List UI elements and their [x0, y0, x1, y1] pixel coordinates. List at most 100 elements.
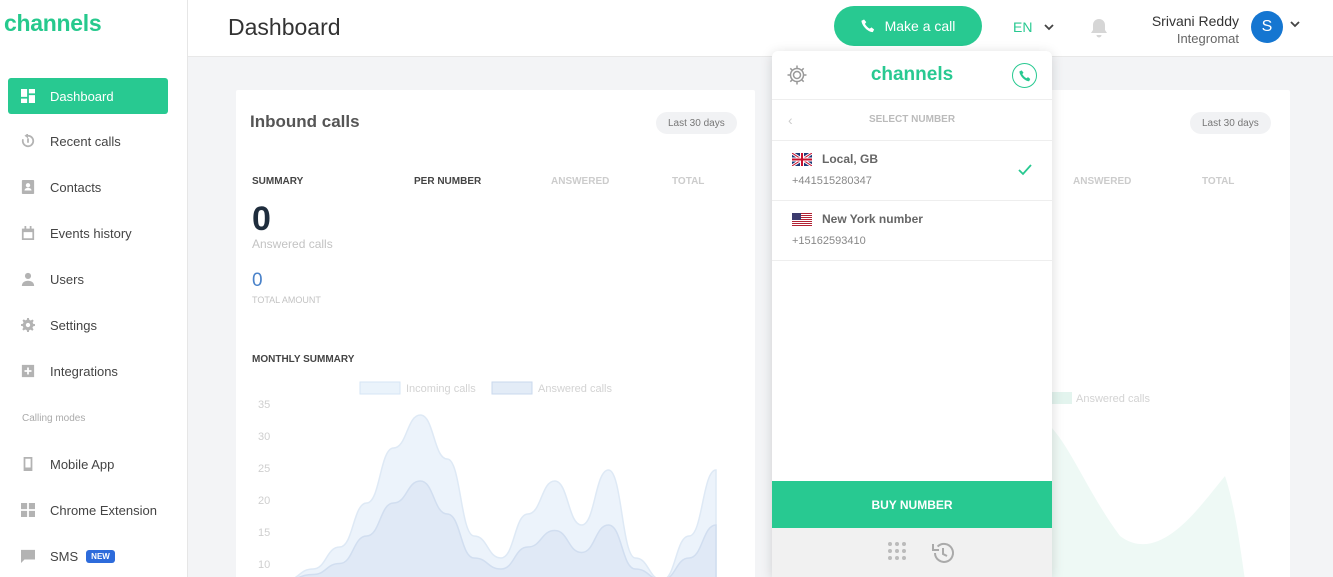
- legend-swatch-answered[interactable]: [491, 381, 533, 395]
- y-tick-label: 10: [258, 559, 270, 571]
- sidebar: channels Dashboard Recent calls Contacts…: [0, 0, 188, 577]
- total-amount-value: 0: [252, 270, 263, 291]
- chevron-down-icon: [1044, 23, 1055, 30]
- phone-status-button[interactable]: [1012, 63, 1037, 88]
- sidebar-item-recent-calls[interactable]: Recent calls: [8, 123, 168, 159]
- sidebar-item-integrations[interactable]: Integrations: [8, 353, 168, 389]
- answered-label: Answered calls: [252, 237, 333, 251]
- make-call-button[interactable]: Make a call: [834, 6, 982, 46]
- phone-icon: [1018, 69, 1030, 81]
- user-name[interactable]: Srivani Reddy: [1151, 13, 1239, 29]
- sidebar-item-sms[interactable]: SMS NEW: [8, 538, 168, 574]
- number-value: +441515280347: [792, 175, 872, 187]
- y-tick-label: 30: [258, 431, 270, 443]
- page-title: Dashboard: [228, 14, 341, 40]
- monthly-summary-label: MONTHLY SUMMARY: [252, 354, 355, 365]
- col-answered: ANSWERED: [1073, 176, 1132, 187]
- col-summary[interactable]: SUMMARY: [252, 176, 303, 187]
- y-tick-label: 20: [258, 495, 270, 507]
- buy-number-button[interactable]: BUY NUMBER: [772, 481, 1052, 528]
- sidebar-item-label: Users: [50, 271, 84, 287]
- sidebar-item-label: Settings: [50, 317, 97, 333]
- sidebar-item-events-history[interactable]: Events history: [8, 215, 168, 251]
- chart-legend: Incoming calls Answered calls: [359, 381, 612, 395]
- y-tick-label: 35: [258, 399, 270, 411]
- sidebar-item-mobile-app[interactable]: Mobile App: [8, 446, 168, 482]
- series-area-incoming: [294, 414, 717, 577]
- mobile-icon: [20, 456, 36, 472]
- chart-series: [294, 414, 717, 577]
- uk-flag-icon: [792, 153, 812, 166]
- chevron-down-icon[interactable]: [1290, 21, 1300, 28]
- calling-modes-caption: Calling modes: [22, 413, 86, 424]
- sidebar-item-label: Chrome Extension: [50, 502, 157, 518]
- chat-icon: [20, 548, 36, 564]
- y-tick-label: 15: [258, 527, 270, 539]
- check-icon: [1018, 164, 1032, 176]
- calendar-icon: [20, 225, 36, 241]
- legend-answered[interactable]: Answered calls: [538, 383, 612, 395]
- history-icon: [20, 133, 36, 149]
- y-tick-label: 25: [258, 463, 270, 475]
- select-number-title: SELECT NUMBER: [868, 114, 956, 125]
- sidebar-item-dashboard[interactable]: Dashboard: [8, 78, 168, 114]
- language-value: EN: [1013, 19, 1033, 35]
- history-icon[interactable]: [930, 540, 956, 566]
- phone-icon: [861, 19, 874, 33]
- number-name: Local, GB: [822, 152, 879, 166]
- sidebar-item-label: Mobile App: [50, 456, 115, 472]
- y-axis-ticks: 35 30 25 20 15 10: [258, 399, 270, 571]
- sidebar-item-label: SMS: [50, 548, 79, 564]
- sidebar-item-label: Recent calls: [50, 133, 121, 149]
- gear-icon: [20, 317, 36, 333]
- legend-swatch-incoming[interactable]: [359, 381, 401, 395]
- sidebar-item-chrome-extension[interactable]: Chrome Extension: [8, 492, 168, 528]
- card-title: Inbound calls: [250, 112, 360, 131]
- dialer-popup: channels ‹ SELECT NUMBER Local, GB +4415…: [772, 51, 1052, 577]
- period-badge[interactable]: Last 30 days: [1190, 112, 1271, 134]
- keypad-icon[interactable]: [886, 541, 908, 563]
- plus-box-icon: [20, 363, 36, 379]
- number-value: +15162593410: [792, 235, 866, 247]
- monthly-summary-chart: Incoming calls Answered calls 35 30 25 20 15…: [258, 381, 717, 577]
- bell-icon[interactable]: [1088, 17, 1110, 39]
- language-select[interactable]: EN: [1013, 19, 1055, 35]
- col-answered: ANSWERED: [551, 176, 610, 187]
- legend-incoming[interactable]: Incoming calls: [406, 383, 476, 395]
- new-badge: NEW: [86, 549, 115, 563]
- user-organization: Integromat: [1176, 31, 1239, 46]
- popup-header: channels: [772, 51, 1052, 100]
- user-icon: [20, 271, 36, 287]
- select-number-bar: ‹ SELECT NUMBER: [772, 100, 1052, 141]
- answered-count: 0: [252, 200, 271, 238]
- col-per-number[interactable]: PER NUMBER: [414, 176, 481, 187]
- sidebar-item-users[interactable]: Users: [8, 261, 168, 297]
- secondary-area: [1050, 426, 1245, 577]
- logo[interactable]: channels: [4, 10, 102, 37]
- total-amount-label: TOTAL AMOUNT: [252, 295, 321, 305]
- sidebar-item-label: Integrations: [50, 363, 118, 379]
- header: Dashboard Make a call EN Srivani Reddy I…: [188, 0, 1333, 57]
- sidebar-item-settings[interactable]: Settings: [8, 307, 168, 343]
- extension-icon: [20, 502, 36, 518]
- sidebar-item-contacts[interactable]: Contacts: [8, 169, 168, 205]
- dashboard-icon: [20, 88, 36, 104]
- period-badge[interactable]: Last 30 days: [656, 112, 737, 134]
- legend-swatch-answered: [1052, 392, 1072, 404]
- us-flag-icon: [792, 213, 812, 226]
- secondary-card: Last 30 days ANSWERED TOTAL Answered cal…: [1050, 90, 1290, 577]
- sidebar-item-label: Dashboard: [50, 88, 114, 104]
- sidebar-item-label: Events history: [50, 225, 132, 241]
- contacts-icon: [20, 179, 36, 195]
- legend-answered: Answered calls: [1076, 393, 1150, 405]
- sidebar-item-label: Contacts: [50, 179, 102, 195]
- avatar[interactable]: S: [1251, 11, 1283, 43]
- inbound-calls-card: Inbound calls Last 30 days SUMMARY PER N…: [236, 90, 755, 577]
- secondary-chart: Answered calls: [1050, 392, 1245, 577]
- number-option-gb[interactable]: Local, GB +441515280347: [772, 141, 1052, 201]
- col-total: TOTAL: [672, 176, 705, 187]
- number-name: New York number: [822, 212, 923, 226]
- popup-logo: channels: [870, 64, 954, 85]
- number-option-ny[interactable]: New York number +15162593410: [772, 201, 1052, 261]
- col-total: TOTAL: [1202, 176, 1235, 187]
